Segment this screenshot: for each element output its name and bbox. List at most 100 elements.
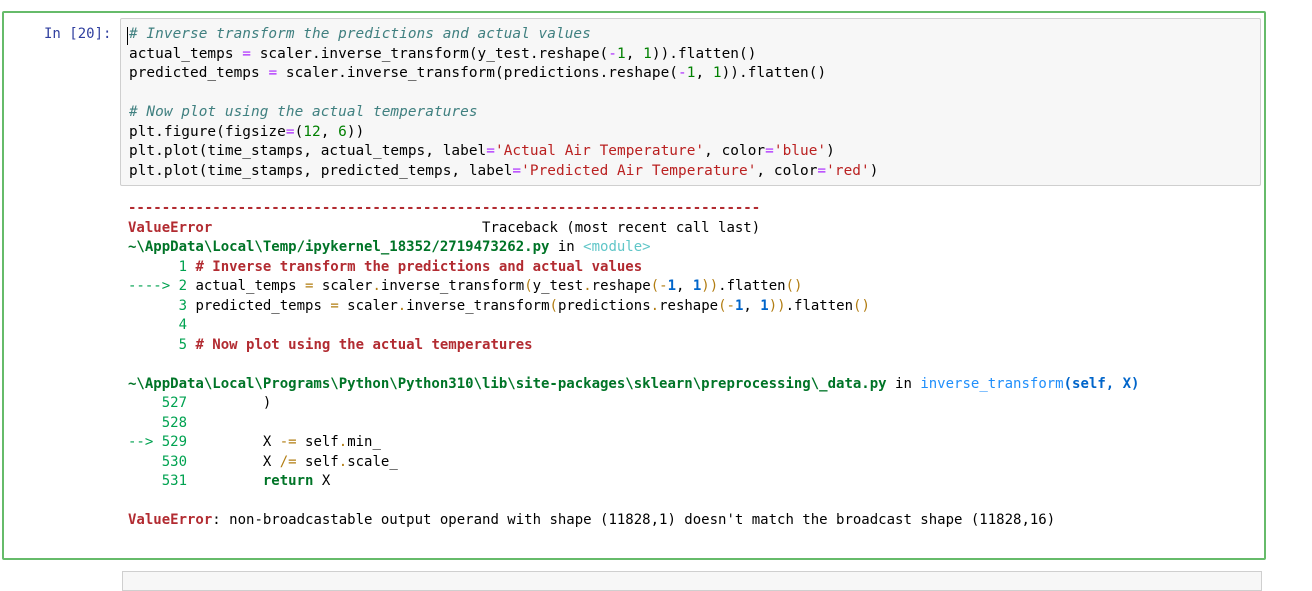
code-line-token: 1 [617, 45, 626, 62]
output-line-token: X [187, 453, 280, 470]
output-line-token: 528 [128, 414, 188, 431]
output-line-token: reshape [591, 278, 651, 294]
output-line-token: in [886, 375, 921, 392]
input-prompt: In [20]: [44, 26, 112, 42]
output-line-token: () [853, 297, 870, 314]
code-line-token: plt.plot(time_stamps, actual_temps, labe… [129, 143, 487, 159]
code-line-token: # Inverse transform the predictions and … [129, 26, 591, 42]
output-line: ----------------------------------------… [128, 199, 1139, 219]
output-line-token: 5 [128, 336, 188, 353]
output-line-token: 4 [128, 317, 188, 333]
output-line: ValueError Traceback (most recent call l… [128, 219, 1139, 239]
output-line-token: /= [279, 453, 297, 470]
code-line-token: = [765, 143, 774, 159]
code-line-token: , color [756, 162, 818, 179]
output-line: 4 [128, 316, 1139, 336]
code-editor[interactable]: # Inverse transform the predictions and … [129, 25, 878, 181]
output-line-token: ( [524, 278, 533, 294]
code-line-token: ) [869, 162, 879, 179]
output-line-token: flatten [794, 297, 854, 314]
output-line-token: flatten [726, 278, 786, 294]
output-line-token: inverse_transform [380, 278, 525, 294]
output-line-token: y_test [532, 278, 584, 294]
output-line-token: ) [187, 395, 272, 411]
output-line-token: min_ [347, 434, 381, 450]
output-line-token: actual_temps [187, 278, 306, 294]
code-line-token: = [486, 143, 495, 159]
output-line: 530 X /= self.scale_ [128, 453, 1139, 473]
code-line-token: 1 [643, 45, 652, 62]
code-line-token: 'Predicted Air Temperature' [521, 162, 757, 179]
output-line-token: Traceback (most recent call last) [212, 219, 761, 236]
output-line-token: ~\AppData\Local\Temp/ipykernel_18352/271… [128, 239, 550, 255]
output-line-token: 530 [128, 453, 188, 470]
output-line-token: ----------------------------------------… [128, 200, 761, 216]
code-line-token: )).flatten() [721, 65, 827, 81]
code-line-token: predicted_temps [129, 65, 269, 81]
output-line-token: . [397, 297, 407, 314]
code-line: plt.plot(time_stamps, predicted_temps, l… [129, 162, 878, 182]
output-line-token [187, 473, 263, 489]
next-code-cell[interactable] [122, 571, 1262, 591]
output-line-token: 3 [128, 297, 188, 314]
error-output: ----------------------------------------… [128, 199, 1139, 531]
output-line-token: in [549, 239, 584, 255]
output-line-token: 1 [667, 278, 676, 294]
code-line-token: plt.figure(figsize [129, 123, 286, 140]
output-line-token: : non-broadcastable output operand with … [212, 512, 1056, 528]
code-line: # Inverse transform the predictions and … [129, 25, 878, 45]
output-line-token: , [743, 297, 761, 314]
code-line-token: 6 [338, 123, 347, 140]
output-line-token: )) [768, 297, 786, 314]
output-line-token: 527 [128, 395, 188, 411]
output-line-token: - [726, 297, 735, 314]
output-line-token: . [583, 278, 592, 294]
code-line-token: = [817, 162, 827, 179]
output-line: ----> 2 actual_temps = scaler.inverse_tr… [128, 277, 1139, 297]
code-line-token: 'red' [826, 162, 870, 179]
code-line-token: = [285, 123, 295, 140]
output-line: 5 # Now plot using the actual temperatur… [128, 336, 1139, 356]
code-line-token: = [268, 65, 278, 81]
code-line-token: - [608, 45, 617, 62]
code-line-token: = [242, 45, 251, 62]
output-line-token: return [262, 473, 314, 489]
output-line-token: -= [279, 434, 297, 450]
output-line-token: <module> [583, 239, 651, 255]
code-input-area[interactable]: # Inverse transform the predictions and … [120, 18, 1261, 186]
output-line-token: ( [650, 278, 660, 294]
output-line-token: inverse_transform [920, 375, 1064, 392]
code-line-token: , [695, 65, 713, 81]
output-line-token: . [338, 434, 348, 450]
output-line-token: ----> 2 [128, 278, 188, 294]
code-line-token: actual_temps [129, 45, 243, 62]
code-line-token: , [320, 123, 339, 140]
output-line-token: 531 [128, 473, 188, 489]
output-line: ValueError: non-broadcastable output ope… [128, 511, 1139, 531]
output-line-token: X [313, 473, 331, 489]
output-line-token: --> 529 [128, 434, 188, 450]
code-line-token: 'blue' [773, 143, 827, 159]
output-line-token: 1 [128, 258, 188, 275]
output-line-token: (self, X) [1063, 375, 1140, 392]
output-line-token: , [676, 278, 693, 294]
code-line-token: 1 [712, 65, 722, 81]
code-line-token: = [512, 162, 522, 179]
code-line-token: 'Actual Air Temperature' [495, 143, 705, 159]
code-line: predicted_temps = scaler.inverse_transfo… [129, 64, 878, 84]
code-line-token: )).flatten() [651, 45, 757, 62]
output-line: 1 # Inverse transform the predictions an… [128, 258, 1139, 278]
code-line-token: 12 [303, 123, 321, 140]
code-line: plt.figure(figsize=(12, 6)) [129, 123, 878, 143]
output-line: ~\AppData\Local\Programs\Python\Python31… [128, 375, 1139, 395]
output-line-token: ~\AppData\Local\Programs\Python\Python31… [128, 375, 887, 392]
output-line-token: predicted_temps [187, 297, 331, 314]
output-line-token: ValueError [128, 219, 213, 236]
output-line-token: # Now plot using the actual temperatures [187, 336, 533, 353]
code-line-token: ( [294, 123, 304, 140]
output-line-token: ( [718, 297, 727, 314]
output-line-token: . [338, 453, 348, 470]
code-line-token: , [625, 45, 644, 62]
